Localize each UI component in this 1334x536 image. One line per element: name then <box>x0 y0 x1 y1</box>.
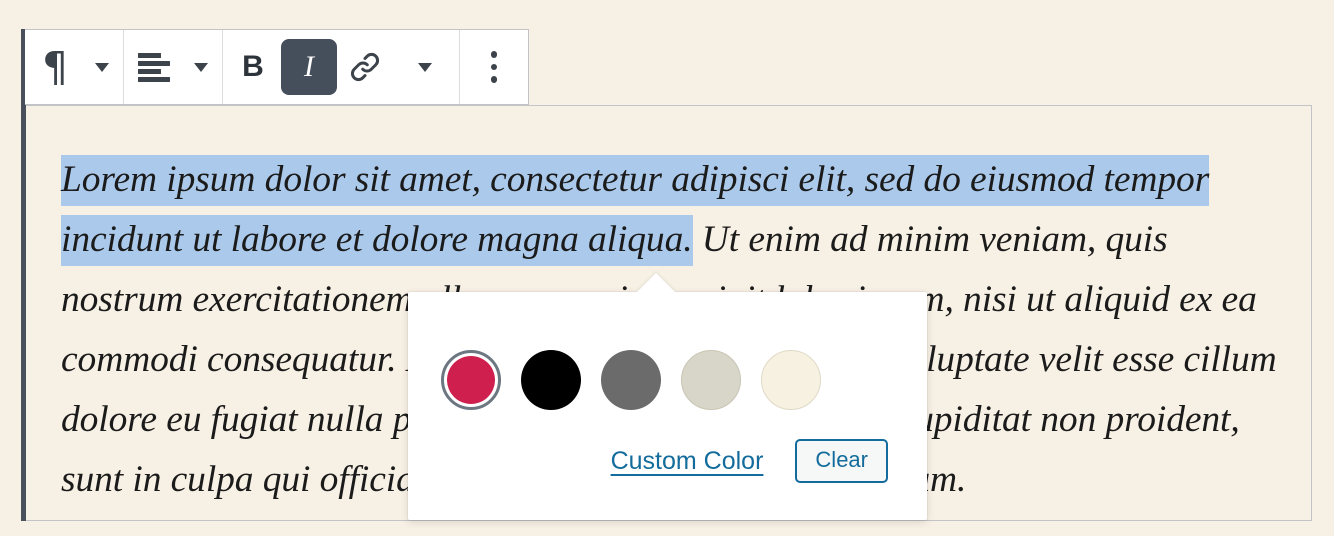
swatch-cream[interactable] <box>761 350 821 410</box>
popover-action-row: Custom Color Clear <box>611 439 888 483</box>
more-options-button[interactable] <box>462 30 526 104</box>
color-swatch-list <box>441 350 821 410</box>
toolbar-group-options <box>460 30 528 104</box>
swatch-stone-dot <box>681 350 741 410</box>
toolbar-group-alignment <box>124 30 223 104</box>
align-text-left-button[interactable] <box>126 30 182 104</box>
swatch-gray-dot <box>601 350 661 410</box>
paragraph-block-type-button[interactable]: ¶ <box>27 30 83 104</box>
text-color-popover: Custom Color Clear <box>408 273 927 520</box>
swatch-stone[interactable] <box>681 350 741 410</box>
italic-button[interactable]: I <box>281 30 337 104</box>
toolbar-group-formatting: B I <box>223 30 460 104</box>
italic-active-pill: I <box>281 39 337 95</box>
align-left-icon <box>138 53 170 82</box>
swatch-crimson-dot <box>447 356 495 404</box>
italic-icon: I <box>304 50 314 83</box>
swatch-black-dot <box>521 350 581 410</box>
clear-button[interactable]: Clear <box>795 439 888 483</box>
selected-paragraph-block[interactable]: ¶ B I Lorem ipsum dolor sit amet, consec… <box>21 29 1312 521</box>
vertical-dots-icon <box>490 51 498 83</box>
swatch-gray[interactable] <box>601 350 661 410</box>
bold-button[interactable]: B <box>225 30 281 104</box>
link-icon <box>347 49 383 85</box>
link-button[interactable] <box>337 30 393 104</box>
block-toolbar: ¶ B I <box>25 29 529 105</box>
swatch-cream-dot <box>761 350 821 410</box>
chevron-down-icon <box>194 62 208 72</box>
toolbar-group-block-type: ¶ <box>25 30 124 104</box>
bold-icon: B <box>242 50 264 83</box>
swatch-crimson[interactable] <box>441 350 501 410</box>
chevron-down-icon <box>95 62 109 72</box>
popover-arrow <box>636 273 676 293</box>
pilcrow-icon: ¶ <box>41 42 69 91</box>
alignment-dropdown-button[interactable] <box>182 30 220 104</box>
more-formatting-dropdown-button[interactable] <box>393 30 457 104</box>
editor-canvas: ¶ B I Lorem ipsum dolor sit amet, consec… <box>0 0 1334 536</box>
block-type-dropdown-button[interactable] <box>83 30 121 104</box>
custom-color-link[interactable]: Custom Color <box>611 447 764 476</box>
swatch-black[interactable] <box>521 350 581 410</box>
chevron-down-icon <box>418 62 432 72</box>
